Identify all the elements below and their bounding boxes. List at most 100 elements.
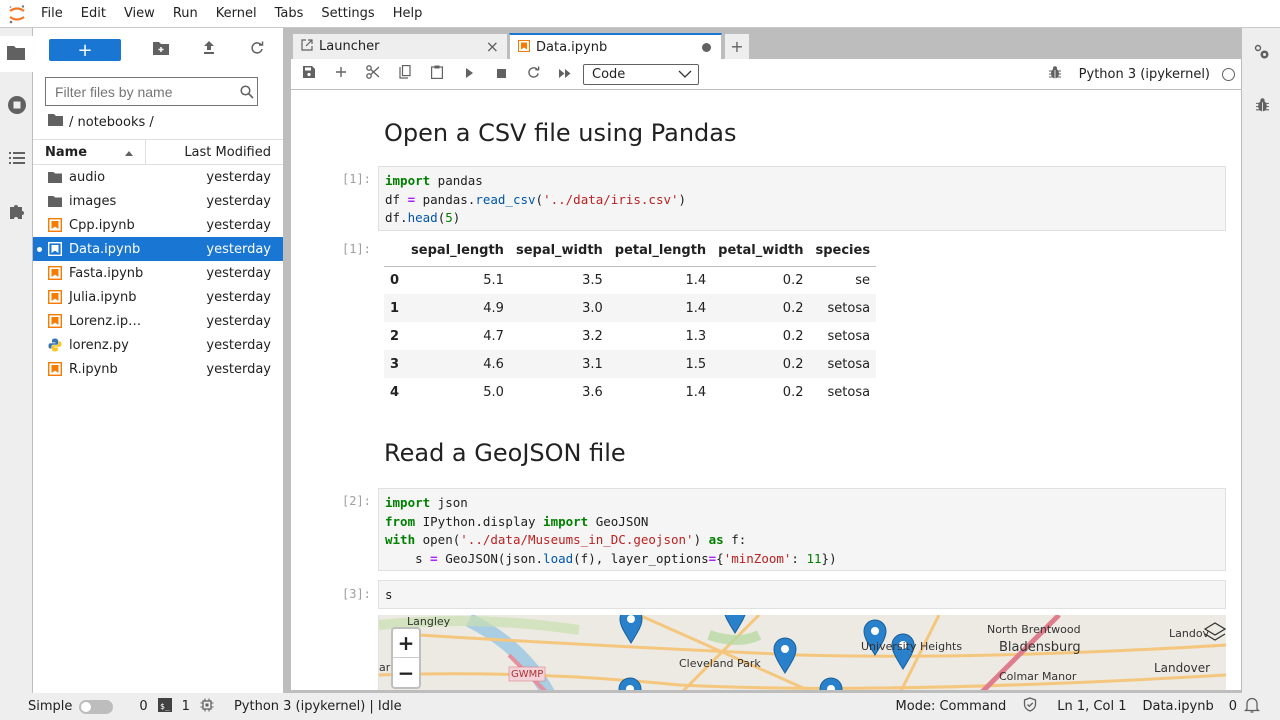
running-sessions-tab[interactable] <box>0 89 33 125</box>
geojson-map-output[interactable]: Langley GWMP Cleveland Park University H… <box>378 615 1226 690</box>
map-tiles <box>379 615 1226 690</box>
refresh-button[interactable] <box>233 39 281 61</box>
table-cell: 1.4 <box>685 384 707 400</box>
code-cell-3[interactable]: s <box>378 580 1226 609</box>
plus-icon: + <box>77 39 93 61</box>
home-folder-icon[interactable] <box>48 114 63 130</box>
run-cell-button[interactable] <box>453 62 485 86</box>
unsaved-dot-icon[interactable] <box>702 43 711 52</box>
file-modified: yesterday <box>206 289 271 305</box>
table-row: 4 5.0 3.6 1.4 0.2 setosa <box>384 378 876 406</box>
cell-type-select[interactable]: Code <box>583 63 699 85</box>
menu-view[interactable]: View <box>115 0 164 28</box>
property-inspector-tab[interactable] <box>1250 42 1274 66</box>
file-row-cpp-ipynb[interactable]: Cpp.ipynb yesterday <box>33 213 283 237</box>
cursor-position[interactable]: Ln 1, Col 1 <box>1057 699 1126 714</box>
file-row-lorenz-ip[interactable]: Lorenz.ip… yesterday <box>33 309 283 333</box>
file-browser-tab[interactable] <box>0 36 33 72</box>
menu-file[interactable]: File <box>33 0 72 28</box>
table-of-contents-tab[interactable] <box>0 142 33 178</box>
menu-edit[interactable]: Edit <box>72 0 115 28</box>
table-row: 1 4.9 3.0 1.4 0.2 setosa <box>384 294 877 322</box>
cut-button[interactable] <box>357 62 389 86</box>
insert-cell-button[interactable] <box>325 62 357 86</box>
folder-icon <box>47 193 63 209</box>
map-label-landover: Landover <box>1154 661 1211 675</box>
row-index: 3 <box>384 350 406 378</box>
column-header <box>384 236 406 267</box>
map-label-landov: Landov <box>1169 627 1210 640</box>
filter-files-input[interactable] <box>46 78 236 105</box>
menu-kernel[interactable]: Kernel <box>207 0 266 28</box>
kernel-name-button[interactable]: Python 3 (ipykernel) <box>1079 67 1210 82</box>
map-zoom-in-button[interactable]: + <box>393 629 419 658</box>
restart-kernel-button[interactable] <box>517 62 549 86</box>
menu-run[interactable]: Run <box>164 0 207 28</box>
notebook-icon <box>518 39 530 56</box>
last-modified-column-header[interactable]: Last Modified <box>146 145 283 160</box>
extensions-tab[interactable] <box>0 195 33 231</box>
kernel-status-text[interactable]: Python 3 (ipykernel) | Idle <box>234 699 402 714</box>
debugger-tab[interactable] <box>1250 95 1274 119</box>
file-row-r-ipynb[interactable]: R.ipynb yesterday <box>33 357 283 381</box>
tab-data-ipynb[interactable]: Data.ipynb <box>509 33 722 60</box>
table-cell: setosa <box>809 294 877 322</box>
paste-button[interactable] <box>421 62 453 86</box>
save-button[interactable] <box>293 62 325 86</box>
panel-splitter[interactable] <box>283 28 291 693</box>
new-launcher-button[interactable]: + <box>49 39 121 61</box>
restart-run-all-button[interactable] <box>549 62 581 86</box>
menu-settings[interactable]: Settings <box>312 0 383 28</box>
table-cell: 3.2 <box>582 328 603 344</box>
table-row: 0 5.1 3.5 1.4 0.2 se <box>384 266 876 294</box>
table-cell: 3.5 <box>582 272 603 288</box>
table-header-row: sepal_length sepal_width petal_length petal… <box>384 236 877 267</box>
table-cell: 1.4 <box>608 294 713 322</box>
file-row-data-ipynb[interactable]: Data.ipynb yesterday <box>33 237 283 261</box>
close-tab-icon[interactable]: × <box>486 37 499 56</box>
table-cell: 4.7 <box>483 328 504 344</box>
menu-tabs[interactable]: Tabs <box>266 0 313 28</box>
cell-type-value: Code <box>592 66 626 82</box>
file-browser: + Filter files by name / notebooks / Nam… <box>33 28 283 693</box>
svg-text:$_: $_ <box>160 702 170 711</box>
map-label-bladensburg: Bladensburg <box>999 640 1081 655</box>
debugger-icon[interactable] <box>1048 65 1061 83</box>
code-cell-1[interactable]: import pandas df = pandas.read_csv('../d… <box>378 166 1226 231</box>
map-zoom-out-button[interactable]: − <box>393 658 419 687</box>
cell-3-prompt: [3]: <box>342 587 371 601</box>
table-cell: setosa <box>827 328 871 344</box>
current-file-name: Data.ipynb <box>1142 699 1214 714</box>
file-name: Data.ipynb <box>69 241 141 257</box>
interrupt-kernel-button[interactable] <box>485 62 517 86</box>
trusted-shield-icon[interactable] <box>1023 697 1037 716</box>
map-label-partial: ar <box>379 661 391 674</box>
code-cell-2[interactable]: import json from IPython.display import … <box>378 488 1226 571</box>
simple-mode-toggle[interactable] <box>79 699 114 714</box>
menu-help[interactable]: Help <box>384 0 432 28</box>
upload-button[interactable] <box>185 39 233 61</box>
file-row-audio[interactable]: audio yesterday <box>33 165 283 189</box>
file-row-fasta-ipynb[interactable]: Fasta.ipynb yesterday <box>33 261 283 285</box>
breadcrumb-path[interactable]: / notebooks / <box>69 115 154 130</box>
new-folder-button[interactable] <box>137 39 185 61</box>
new-tab-button[interactable]: + <box>724 33 750 59</box>
name-column-header[interactable]: Name <box>33 140 146 164</box>
notebook-icon <box>47 313 63 329</box>
stop-icon <box>496 67 506 82</box>
terminals-indicator[interactable]: 0 $_ 1 <box>139 697 214 716</box>
launcher-icon <box>301 38 313 55</box>
folder-icon <box>47 169 63 185</box>
copy-button[interactable] <box>389 62 421 86</box>
save-icon <box>303 66 315 82</box>
file-row-julia-ipynb[interactable]: Julia.ipynb yesterday <box>33 285 283 309</box>
file-row-lorenz-py[interactable]: lorenz.py yesterday <box>33 333 283 357</box>
file-row-images[interactable]: images yesterday <box>33 189 283 213</box>
tab-launcher[interactable]: Launcher × <box>292 33 508 59</box>
name-column-label: Name <box>45 144 88 160</box>
map-zoom-control: + − <box>391 627 421 689</box>
bell-icon[interactable] <box>1243 696 1261 718</box>
filter-files-box <box>45 77 258 106</box>
notebook-icon <box>47 361 63 377</box>
breadcrumb: / notebooks / <box>48 114 154 130</box>
